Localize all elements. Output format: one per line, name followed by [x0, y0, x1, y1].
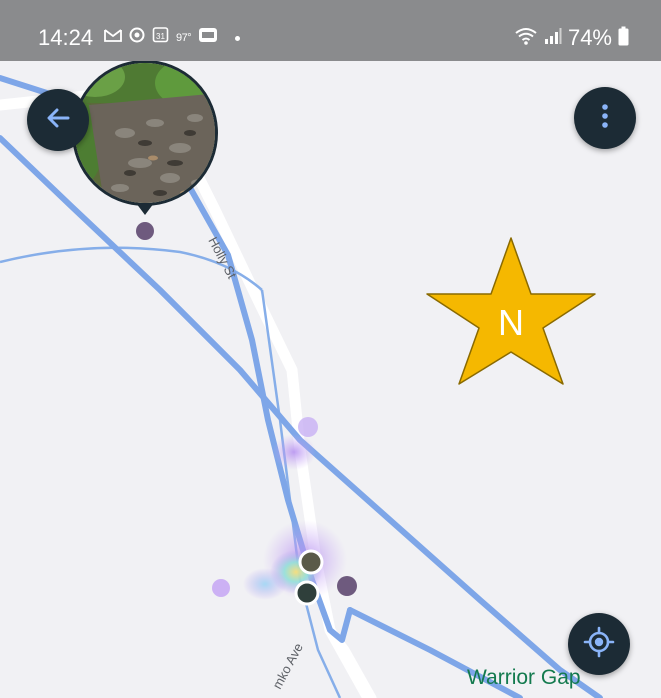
- observation-marker[interactable]: [294, 580, 320, 606]
- battery-percent: 74%: [567, 25, 612, 50]
- observation-marker[interactable]: [298, 549, 324, 575]
- more-options-button[interactable]: [574, 87, 636, 149]
- back-button[interactable]: [27, 89, 89, 151]
- bing-icon: [198, 27, 218, 50]
- observation-photo: [75, 63, 215, 203]
- chrome-icon: [129, 27, 145, 50]
- calendar-icon: 31: [152, 26, 169, 50]
- notification-icons: 31 97°: [104, 26, 241, 50]
- status-bar: 14:24 31 97° 74%: [0, 0, 661, 61]
- more-vertical-icon: [600, 103, 610, 134]
- observation-photo-bubble[interactable]: [72, 60, 218, 206]
- app-screen: Holly St mko Ave 14:24 31 97° 74% N Warr…: [0, 0, 661, 698]
- my-location-icon: [583, 626, 615, 663]
- arrow-left-icon: [43, 103, 73, 138]
- activity-heatmap: [212, 417, 347, 600]
- observation-marker[interactable]: [136, 222, 154, 240]
- signal-icon: [544, 27, 562, 50]
- weather-temperature: 97°: [176, 32, 192, 44]
- notification-dot: [235, 35, 241, 41]
- street-label-avenue: mko Ave: [269, 641, 306, 692]
- north-label: N: [498, 302, 524, 343]
- battery-icon: [618, 26, 629, 51]
- place-label-warrior-gap[interactable]: Warrior Gap: [467, 666, 581, 690]
- svg-text:31: 31: [156, 32, 165, 41]
- status-time: 14:24: [38, 25, 94, 50]
- my-location-button[interactable]: [568, 613, 630, 675]
- system-indicators: 74%: [514, 25, 629, 51]
- gmail-icon: [104, 27, 122, 49]
- photo-bubble-pointer: [136, 203, 154, 215]
- wifi-icon: [514, 26, 538, 51]
- observation-marker[interactable]: [337, 576, 357, 596]
